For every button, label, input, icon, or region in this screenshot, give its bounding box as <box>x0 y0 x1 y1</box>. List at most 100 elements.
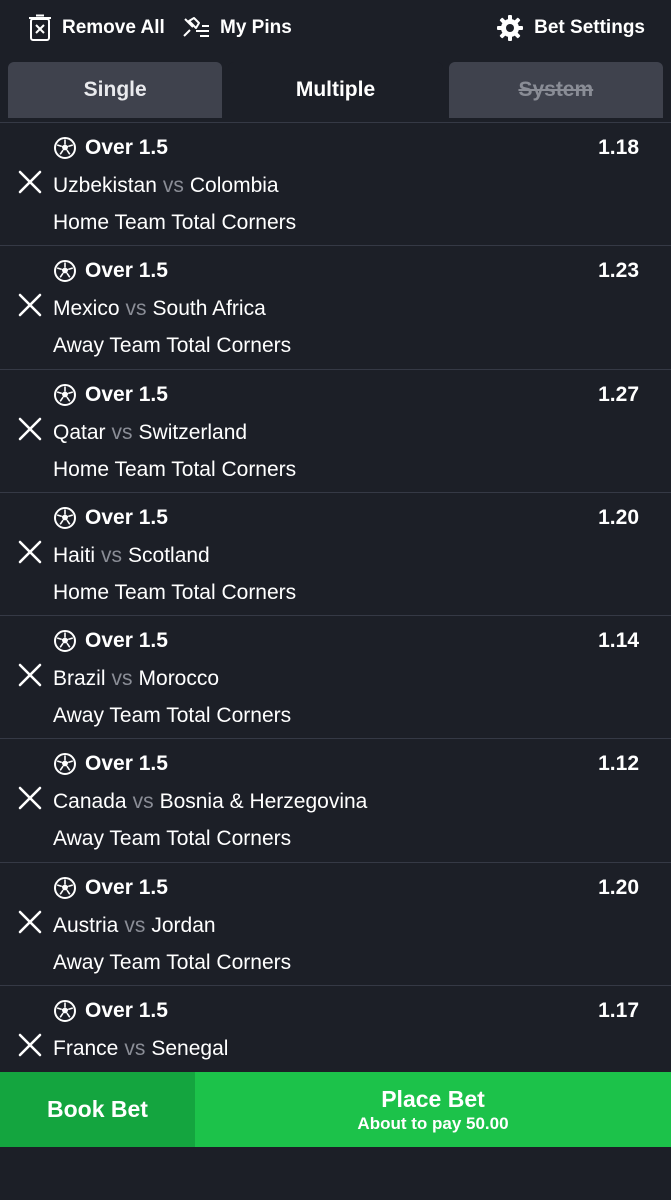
vs-label: vs <box>101 543 123 567</box>
pick-label: Over 1.5 <box>85 999 168 1023</box>
vs-label: vs <box>124 913 146 937</box>
trash-x-icon <box>29 14 51 41</box>
close-icon[interactable] <box>16 661 44 689</box>
soccer-ball-icon <box>54 260 76 283</box>
close-icon[interactable] <box>16 168 44 196</box>
pick-label: Over 1.5 <box>85 382 168 406</box>
vs-label: vs <box>132 790 154 814</box>
home-team: Brazil <box>53 667 106 691</box>
odds-value: 1.27 <box>598 382 639 406</box>
match-name: Qatar vs Switzerland <box>53 421 247 445</box>
selection-row: Over 1.5 1.12 Canada vs Bosnia & Herzegovi… <box>0 739 671 863</box>
tab-system: System <box>448 62 663 118</box>
selection-pick: Over 1.5 <box>53 751 168 777</box>
soccer-ball-icon <box>54 753 76 776</box>
pay-amount-text: About to pay 50.00 <box>357 1113 509 1133</box>
close-icon[interactable] <box>16 415 44 443</box>
away-team: Scotland <box>128 543 210 567</box>
selection-row: Over 1.5 1.20 Austria vs Jordan Away Team … <box>0 862 671 987</box>
away-team: Colombia <box>189 174 279 197</box>
pick-label: Over 1.5 <box>85 136 168 159</box>
selection-row: Over 1.5 1.14 Brazil vs Morocco Away Team … <box>0 616 671 740</box>
selection-pick: Over 1.5 <box>53 135 168 161</box>
market-name: Home Team Total Corners <box>53 457 297 481</box>
soccer-ball-icon <box>54 137 76 159</box>
place-bet-label: Place Bet <box>381 1085 485 1112</box>
pick-label: Over 1.5 <box>85 505 168 529</box>
vs-label: vs <box>125 297 147 321</box>
home-team: France <box>53 1037 119 1061</box>
match-name: Haiti vs Scotland <box>53 544 210 568</box>
book-bet-button[interactable]: Book Bet <box>0 1072 195 1147</box>
pick-label: Over 1.5 <box>85 752 168 776</box>
market-name: Away Team Total Corners <box>53 334 292 358</box>
bet-actions-footer: Book Bet Place Bet About to pay 50.00 <box>0 1072 671 1147</box>
away-team: Switzerland <box>138 420 248 444</box>
top-bar: Remove All My Pins Bet Settings <box>0 0 671 56</box>
away-team: Senegal <box>151 1037 229 1061</box>
match-name: Canada vs Bosnia & Herzegovina <box>53 790 367 814</box>
close-icon[interactable] <box>16 291 44 319</box>
market-name: Away Team Total Corners <box>53 704 292 728</box>
vs-label: vs <box>124 1037 146 1061</box>
selection-row: Over 1.5 1.18 Uzbekistan vs Colombia Home … <box>0 123 671 247</box>
selection-pick: Over 1.5 <box>53 505 168 531</box>
soccer-ball-icon <box>54 630 76 653</box>
vs-label: vs <box>162 174 184 197</box>
away-team: South Africa <box>152 297 266 321</box>
selection-list: Over 1.5 1.18 Uzbekistan vs Colombia Home … <box>0 122 671 1072</box>
soccer-ball-icon <box>54 383 76 406</box>
away-team: Jordan <box>151 913 216 937</box>
pick-label: Over 1.5 <box>85 259 168 283</box>
home-team: Uzbekistan <box>53 174 157 197</box>
away-team: Morocco <box>138 667 220 691</box>
remove-all-button[interactable]: Remove All <box>28 12 165 44</box>
tab-single[interactable]: Single <box>8 62 223 118</box>
selection-pick: Over 1.5 <box>53 382 168 408</box>
market-name: Home Team Total Corners <box>53 211 297 234</box>
odds-value: 1.20 <box>598 505 639 529</box>
place-bet-button[interactable]: Place Bet About to pay 50.00 <box>195 1072 671 1147</box>
match-name: France vs Senegal <box>53 1037 228 1061</box>
match-name: Austria vs Jordan <box>53 914 216 938</box>
my-pins-label: My Pins <box>220 17 292 38</box>
soccer-ball-icon <box>54 506 76 529</box>
my-pins-button[interactable]: My Pins <box>182 12 292 44</box>
close-icon[interactable] <box>16 784 44 812</box>
close-icon[interactable] <box>16 1031 44 1059</box>
selection-pick: Over 1.5 <box>53 258 168 284</box>
selection-row: Over 1.5 1.27 Qatar vs Switzerland Home Te… <box>0 369 671 493</box>
bet-settings-label: Bet Settings <box>534 17 645 38</box>
home-team: Canada <box>53 790 127 814</box>
close-icon[interactable] <box>16 538 44 566</box>
selection-pick: Over 1.5 <box>53 628 168 654</box>
home-team: Haiti <box>53 543 96 567</box>
selection-row: Over 1.5 1.17 France vs Senegal <box>0 986 671 1072</box>
remove-all-label: Remove All <box>62 17 165 38</box>
selection-pick: Over 1.5 <box>53 875 168 901</box>
odds-value: 1.23 <box>598 259 639 283</box>
book-bet-label: Book Bet <box>47 1096 148 1122</box>
home-team: Mexico <box>53 297 120 321</box>
selection-row: Over 1.5 1.20 Haiti vs Scotland Home Team … <box>0 492 671 617</box>
match-name: Uzbekistan vs Colombia <box>53 174 279 198</box>
market-name: Home Team Total Corners <box>53 580 297 604</box>
pick-label: Over 1.5 <box>85 629 168 653</box>
close-icon[interactable] <box>16 908 44 936</box>
tab-multiple[interactable]: Multiple <box>228 62 443 118</box>
selection-pick: Over 1.5 <box>53 998 168 1024</box>
odds-value: 1.17 <box>598 999 639 1023</box>
home-team: Qatar <box>53 420 106 444</box>
odds-value: 1.20 <box>598 875 639 899</box>
vs-label: vs <box>111 667 133 691</box>
home-team: Austria <box>53 913 119 937</box>
soccer-ball-icon <box>54 1000 76 1023</box>
pin-list-icon <box>183 17 209 37</box>
match-name: Brazil vs Morocco <box>53 667 219 691</box>
market-name: Away Team Total Corners <box>53 950 292 974</box>
away-team: Bosnia & Herzegovina <box>159 790 368 814</box>
bet-settings-button[interactable]: Bet Settings <box>496 12 645 44</box>
odds-value: 1.12 <box>598 752 639 776</box>
bottom-safe-area <box>0 1147 671 1200</box>
odds-value: 1.18 <box>598 136 639 159</box>
